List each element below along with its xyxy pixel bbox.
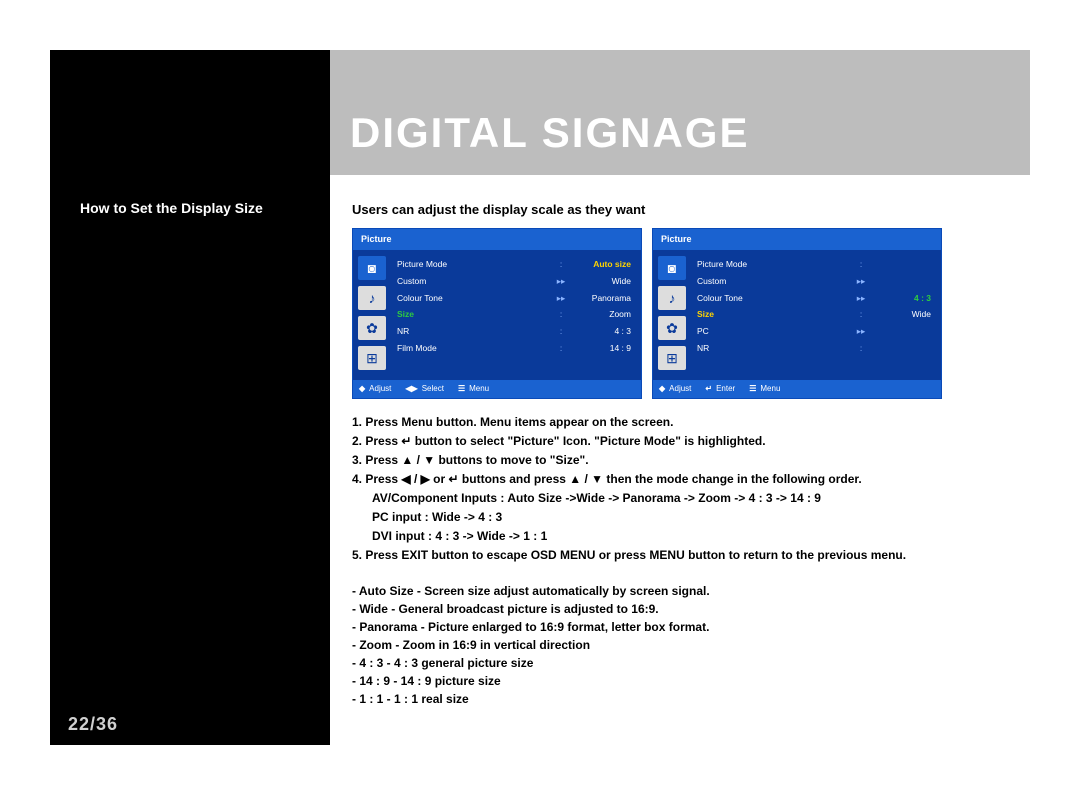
page-title: DIGITAL SIGNAGE (350, 109, 749, 157)
page-number: 22/36 (68, 714, 118, 735)
osd-panel-left: Picture ◙ ♪ ✿ ⊞ Picture Mode:Auto sizeCu… (352, 228, 642, 400)
note-14-9: - 14 : 9 - 14 : 9 picture size (352, 672, 1008, 690)
note-4-3: - 4 : 3 - 4 : 3 general picture size (352, 654, 1008, 672)
osd-left-rows: Picture Mode:Auto sizeCustom▸▸WideColour… (391, 250, 641, 380)
step-3: 3. Press ▲ / ▼ buttons to move to "Size"… (352, 451, 1008, 469)
step-4-sub-1: AV/Component Inputs : Auto Size ->Wide -… (352, 489, 1008, 507)
note-panorama: - Panorama - Picture enlarged to 16:9 fo… (352, 618, 1008, 636)
osd-right-rows: Picture Mode:Custom▸▸Colour Tone▸▸4 : 3S… (691, 250, 941, 380)
osd-left-title: Picture (353, 229, 641, 251)
note-wide: - Wide - General broadcast picture is ad… (352, 600, 1008, 618)
osd-right-icon-column: ◙ ♪ ✿ ⊞ (653, 250, 691, 380)
sidebar-heading: How to Set the Display Size (80, 200, 263, 216)
settings-icon: ✿ (358, 316, 386, 340)
note-1-1: - 1 : 1 - 1 : 1 real size (352, 690, 1008, 708)
osd-left-icon-column: ◙ ♪ ✿ ⊞ (353, 250, 391, 380)
grid-icon: ⊞ (658, 346, 686, 370)
updown-icon: ▲ / ▼ (569, 470, 603, 488)
description-notes: - Auto Size - Screen size adjust automat… (352, 582, 1008, 708)
step-1: 1. Press Menu button. Menu items appear … (352, 413, 1008, 431)
step-4-sub-2: PC input : Wide -> 4 : 3 (352, 508, 1008, 526)
osd-left-footer: ◆Adjust◀▶Select☰Menu (353, 380, 641, 398)
grid-icon: ⊞ (358, 346, 386, 370)
title-bar: DIGITAL SIGNAGE (330, 50, 1030, 175)
sound-icon: ♪ (358, 286, 386, 310)
osd-right-footer: ◆Adjust↵Enter☰Menu (653, 380, 941, 398)
picture-icon: ◙ (358, 256, 386, 280)
step-4-sub-3: DVI input : 4 : 3 -> Wide -> 1 : 1 (352, 527, 1008, 545)
osd-right-title: Picture (653, 229, 941, 251)
enter-icon: ↵ (449, 470, 459, 488)
enter-icon: ↵ (401, 432, 411, 450)
picture-icon: ◙ (658, 256, 686, 280)
note-zoom: - Zoom - Zoom in 16:9 in vertical direct… (352, 636, 1008, 654)
leftright-icon: ◀ / ▶ (401, 470, 429, 488)
intro-text: Users can adjust the display scale as th… (352, 200, 1008, 220)
updown-icon: ▲ / ▼ (401, 451, 435, 469)
step-4: 4. Press ◀ / ▶ or ↵ buttons and press ▲ … (352, 470, 1008, 488)
main-content: Users can adjust the display scale as th… (330, 175, 1030, 733)
instruction-steps: 1. Press Menu button. Menu items appear … (352, 413, 1008, 564)
settings-icon: ✿ (658, 316, 686, 340)
step-2: 2. Press ↵ button to select "Picture" Ic… (352, 432, 1008, 450)
note-auto-size: - Auto Size - Screen size adjust automat… (352, 582, 1008, 600)
sidebar-black: How to Set the Display Size 22/36 (50, 50, 330, 745)
step-5: 5. Press EXIT button to escape OSD MENU … (352, 546, 1008, 564)
sound-icon: ♪ (658, 286, 686, 310)
osd-panel-right: Picture ◙ ♪ ✿ ⊞ Picture Mode:Custom▸▸Col… (652, 228, 942, 400)
